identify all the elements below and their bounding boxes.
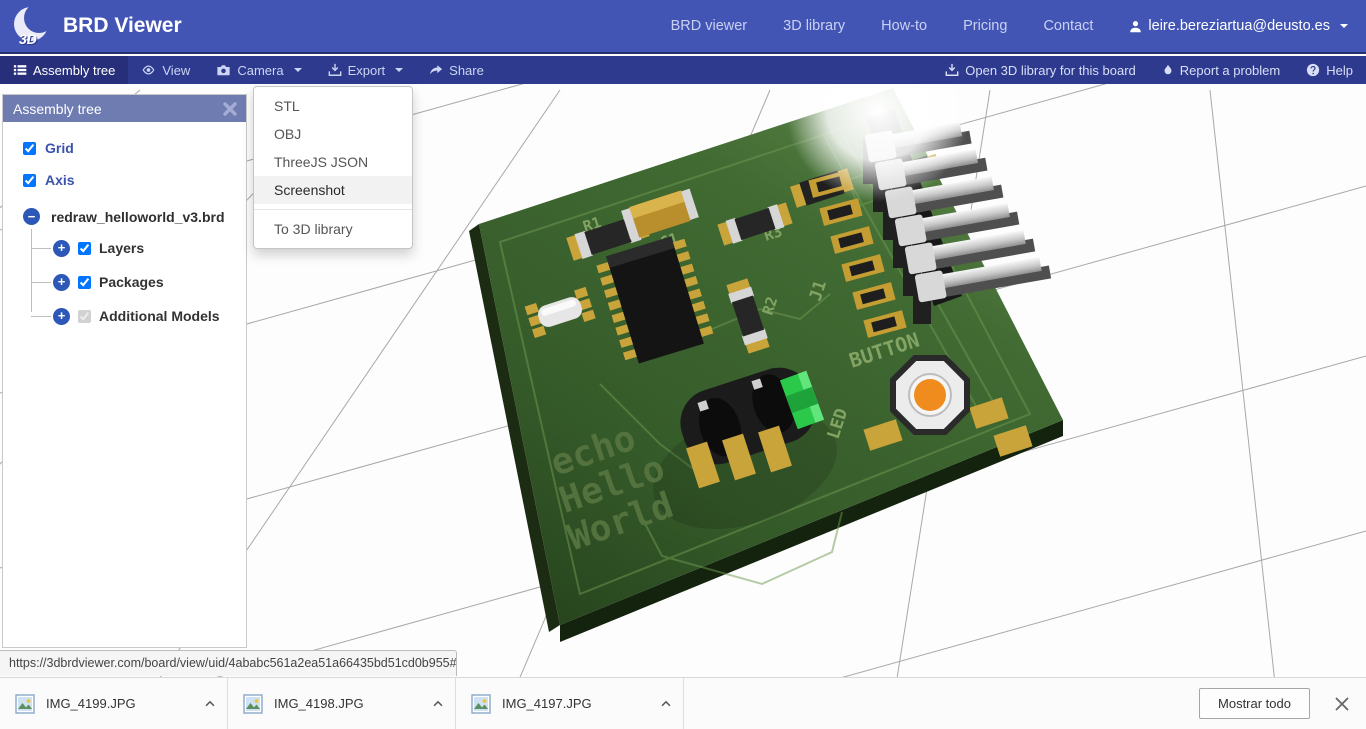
export-menu-item-obj[interactable]: OBJ <box>254 120 412 148</box>
download-filename: IMG_4198.JPG <box>274 696 364 711</box>
axis-toggle-row: Axis <box>23 172 238 188</box>
grid-toggle-row: Grid <box>23 140 238 156</box>
layers-label: Layers <box>99 240 145 256</box>
toolbar-view-label: View <box>162 62 191 78</box>
download-item[interactable]: IMG_4197.JPG <box>456 678 684 729</box>
toolbar-assembly-tree-label: Assembly tree <box>33 62 116 78</box>
packages-label: Packages <box>99 274 164 290</box>
export-dropdown-menu: STL OBJ ThreeJS JSON Screenshot To 3D li… <box>253 86 413 249</box>
tree-root-node: redraw_helloworld_v3.brd <box>23 208 238 225</box>
download-item[interactable]: IMG_4198.JPG <box>228 678 456 729</box>
toolbar-right-group: Open 3D library for this board Report a … <box>932 63 1366 78</box>
nav-3d-library[interactable]: 3D library <box>783 18 845 34</box>
additional-models-checkbox <box>78 309 91 323</box>
close-icon[interactable] <box>222 101 238 117</box>
report-problem-button[interactable]: Report a problem <box>1149 63 1293 78</box>
toolbar-camera-button[interactable]: Camera <box>203 56 314 84</box>
viewer-toolbar: Assembly tree View Camera Export Share O… <box>0 56 1366 84</box>
button-cap <box>914 379 946 411</box>
toolbar-view-button[interactable]: View <box>128 56 203 84</box>
axis-label: Axis <box>45 172 75 188</box>
assembly-tree-panel-header: Assembly tree <box>3 95 246 122</box>
menu-divider <box>254 209 412 210</box>
toolbar-share-label: Share <box>449 62 484 78</box>
list-icon <box>13 65 27 75</box>
brand[interactable]: 3D BRD Viewer <box>12 3 182 47</box>
question-circle-icon <box>1307 63 1320 77</box>
tree-children: Layers Packages Additional Models <box>31 229 238 327</box>
nav-links: BRD viewer 3D library How-to Pricing Con… <box>671 18 1348 34</box>
chevron-up-icon[interactable] <box>659 697 673 711</box>
downloads-bar: IMG_4199.JPG IMG_4198.JPG IMG_4197.JPG M… <box>0 677 1366 729</box>
chevron-up-icon[interactable] <box>431 697 445 711</box>
download-filename: IMG_4197.JPG <box>502 696 592 711</box>
open-3d-library-button[interactable]: Open 3D library for this board <box>932 63 1149 78</box>
assembly-tree-body: Grid Axis redraw_helloworld_v3.brd Layer… <box>3 122 246 347</box>
collapse-icon[interactable] <box>23 208 40 225</box>
help-label: Help <box>1326 62 1353 78</box>
brd-viewer-logo-icon: 3D <box>12 3 54 47</box>
panel-title: Assembly tree <box>13 100 102 117</box>
share-arrow-icon <box>430 65 443 75</box>
download-filename: IMG_4199.JPG <box>46 696 136 711</box>
chevron-down-icon <box>293 68 302 72</box>
image-file-icon <box>471 693 491 714</box>
nav-how-to[interactable]: How-to <box>881 18 927 34</box>
expand-icon[interactable] <box>53 307 70 325</box>
tree-node-additional-models: Additional Models <box>31 305 238 327</box>
axis-checkbox[interactable] <box>23 173 36 187</box>
assembly-tree-panel: Assembly tree Grid Axis redraw_helloworl… <box>2 94 247 648</box>
downloads-bar-right: Mostrar todo <box>1199 688 1366 719</box>
packages-checkbox[interactable] <box>78 275 91 289</box>
toolbar-export-button[interactable]: Export <box>315 56 417 84</box>
user-email: leire.bereziartua@deusto.es <box>1148 18 1330 34</box>
chevron-up-icon[interactable] <box>203 697 217 711</box>
report-problem-label: Report a problem <box>1179 62 1281 78</box>
chevron-down-icon <box>1340 24 1348 28</box>
close-downloads-bar-icon[interactable] <box>1334 696 1350 712</box>
grid-checkbox[interactable] <box>23 141 36 155</box>
toolbar-assembly-tree-button[interactable]: Assembly tree <box>0 56 129 84</box>
toolbar-camera-label: Camera <box>237 62 284 78</box>
fire-icon <box>1164 64 1172 75</box>
download-item[interactable]: IMG_4199.JPG <box>0 678 228 729</box>
tree-root-label: redraw_helloworld_v3.brd <box>51 208 225 225</box>
user-menu[interactable]: leire.bereziartua@deusto.es <box>1129 18 1348 34</box>
additional-models-label: Additional Models <box>99 308 220 324</box>
expand-icon[interactable] <box>53 239 70 257</box>
export-menu-item-threejs-json[interactable]: ThreeJS JSON <box>254 148 412 176</box>
toolbar-export-label: Export <box>347 62 386 78</box>
chevron-down-icon <box>395 68 404 72</box>
tree-node-packages: Packages <box>31 271 238 293</box>
user-icon <box>1130 20 1142 32</box>
nav-contact[interactable]: Contact <box>1043 18 1093 34</box>
export-menu-item-screenshot[interactable]: Screenshot <box>254 176 412 204</box>
top-navbar: 3D BRD Viewer BRD viewer 3D library How-… <box>0 0 1366 54</box>
image-file-icon <box>15 693 35 714</box>
export-icon <box>328 63 341 76</box>
help-button[interactable]: Help <box>1293 63 1366 78</box>
nav-pricing[interactable]: Pricing <box>963 18 1007 34</box>
tree-node-layers: Layers <box>31 237 238 259</box>
link-preview-status-bar: https://3dbrdviewer.com/board/view/uid/4… <box>0 650 457 676</box>
toolbar-share-button[interactable]: Share <box>416 56 497 84</box>
nav-brd-viewer[interactable]: BRD viewer <box>671 18 748 34</box>
eye-icon <box>142 65 155 75</box>
brand-title: BRD Viewer <box>63 14 182 37</box>
show-all-downloads-button[interactable]: Mostrar todo <box>1199 688 1310 719</box>
export-menu-item-to-3d-library[interactable]: To 3D library <box>254 215 412 243</box>
export-menu-item-stl[interactable]: STL <box>254 92 412 120</box>
image-file-icon <box>243 693 263 714</box>
open-3d-library-label: Open 3D library for this board <box>965 62 1136 78</box>
grid-label: Grid <box>45 140 74 156</box>
export-icon <box>945 63 959 76</box>
camera-icon <box>217 65 230 76</box>
expand-icon[interactable] <box>53 273 70 291</box>
layers-checkbox[interactable] <box>78 241 91 255</box>
